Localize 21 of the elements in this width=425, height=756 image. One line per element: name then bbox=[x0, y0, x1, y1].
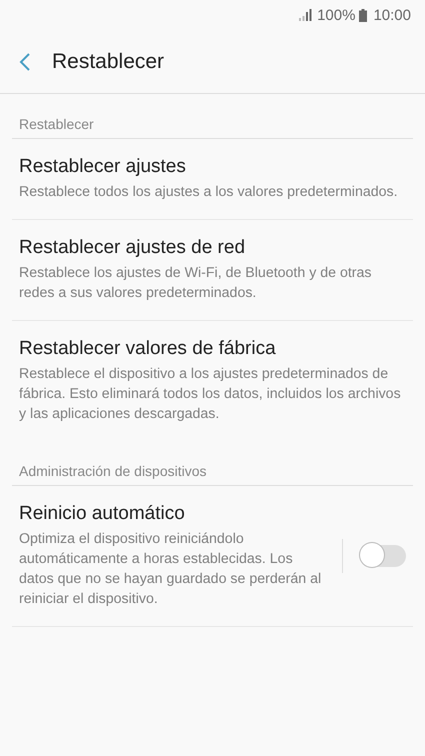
item-title: Restablecer ajustes de red bbox=[19, 237, 246, 259]
battery-level: 100% bbox=[317, 6, 356, 24]
item-description: Restablece el dispositivo a los ajustes predeterminados de fábrica. Esto eliminará todos los datos, incluidos los archivos y las aplicaciones descargadas. bbox=[19, 365, 402, 424]
back-button[interactable] bbox=[18, 52, 32, 72]
settings-item[interactable]: Reinicio automático Optimiza el dispositivo reiniciándolo automáticamente a horas establecidas. Los datos que no se hayan guardado se perderán al reiniciar el dispositivo. bbox=[12, 486, 413, 627]
settings-item[interactable]: Restablecer ajustes de red Restablece los ajustes de Wi-Fi, de Bluetooth y de otras redes a sus valores predeterminados. bbox=[12, 220, 413, 321]
settings-item[interactable]: Restablecer valores de fábrica Restablece el dispositivo a los ajustes predeterminados de fábrica. Esto eliminará todos los datos, incluidos los archivos y las aplicaciones descargadas. bbox=[12, 321, 413, 441]
signal-icon bbox=[299, 9, 314, 21]
battery-icon bbox=[359, 8, 368, 22]
item-description: Restablece todos los ajustes a los valores predeterminados. bbox=[19, 183, 399, 202]
item-description: Optimiza el dispositivo reiniciándolo automáticamente a horas establecidas. Los datos que no se hayan guardado se perderán al reiniciar el dispositivo. bbox=[19, 530, 322, 609]
toggle-switch[interactable] bbox=[362, 545, 406, 567]
section-header: Administración de dispositivos bbox=[12, 441, 413, 486]
item-title: Reinicio automático bbox=[19, 503, 186, 525]
item-title: Restablecer ajustes bbox=[19, 156, 187, 178]
item-description: Restablece los ajustes de Wi-Fi, de Bluetooth y de otras redes a sus valores predeterminados. bbox=[19, 264, 372, 303]
section-header: Restablecer bbox=[12, 94, 413, 139]
clock: 10:00 bbox=[373, 6, 411, 24]
page-title: Restablecer bbox=[52, 50, 164, 74]
settings-item[interactable]: Restablecer ajustes Restablece todos los ajustes a los valores predeterminados. bbox=[12, 139, 413, 220]
item-title: Restablecer valores de fábrica bbox=[19, 338, 277, 360]
